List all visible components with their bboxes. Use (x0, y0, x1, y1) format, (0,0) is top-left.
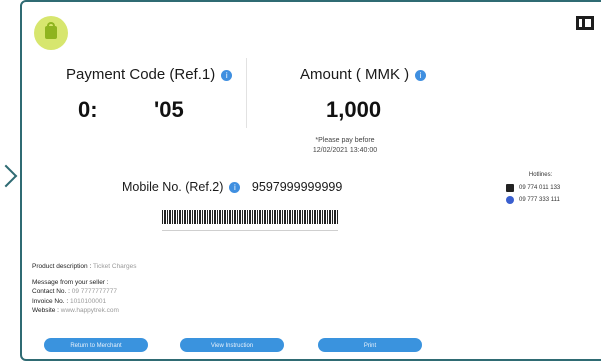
invoice-row: Invoice No. : 1010100001 (32, 297, 136, 307)
website-row: Website : www.happytrek.com (32, 306, 136, 316)
info-icon[interactable]: i (415, 69, 427, 81)
brand-mark-icon (576, 16, 594, 30)
amount-label-text: Amount ( MMK ) (300, 66, 410, 83)
hotline-row: 09 777 333 111 (506, 196, 560, 204)
hotline-number[interactable]: 09 774 011 133 (519, 185, 560, 191)
barcode (162, 210, 338, 224)
hotlines-title: Hotlines: (528, 172, 553, 178)
mobile-value: 9597999999999 (251, 180, 343, 194)
amount-value: 1,000 (326, 97, 382, 122)
invoice-label: Invoice No. : (32, 297, 69, 305)
payment-code-label-text: Payment Code (Ref.1) (66, 66, 216, 83)
barcode-underline (162, 230, 338, 231)
mobile-label: Mobile No. (Ref.2) i 9597999999999 (122, 180, 342, 194)
message-label: Message from your seller : (32, 278, 109, 286)
product-label: Product description : (32, 263, 92, 270)
payment-code-label: Payment Code (Ref.1) i (66, 66, 233, 83)
view-instruction-button[interactable]: View Instruction (180, 338, 284, 352)
hotlines: Hotlines: 09 774 011 133 09 777 333 111 (506, 172, 560, 208)
product-value: Ticket Charges (92, 263, 137, 270)
product-row: Product description : Ticket Charges (32, 262, 136, 272)
viber-icon (506, 196, 514, 204)
return-to-merchant-button[interactable]: Return to Merchant (44, 338, 148, 352)
pay-before-deadline: 12/02/2021 13:40:00 (312, 147, 378, 154)
amount-label: Amount ( MMK ) i (300, 66, 427, 83)
contact-value: 09 7777777777 (71, 288, 117, 296)
payment-details: Product description : Ticket Charges Mes… (32, 262, 136, 316)
print-button[interactable]: Print (318, 338, 422, 352)
brand-logo (572, 16, 594, 32)
payment-code-part1: 0: (78, 97, 98, 122)
merchant-logo (34, 16, 68, 50)
info-icon[interactable]: i (221, 69, 233, 81)
info-icon[interactable]: i (229, 182, 241, 194)
contact-row: Contact No. : 09 7777777777 (32, 287, 136, 297)
invoice-value: 1010100001 (69, 297, 107, 305)
phone-icon (506, 184, 514, 192)
divider (246, 58, 247, 128)
payment-code-part2: '05 (154, 97, 184, 122)
previous-arrow[interactable] (0, 164, 18, 188)
hotline-row: 09 774 011 133 (506, 184, 560, 192)
pay-before-note: *Please pay before 12/02/2021 13:40:00 (290, 136, 400, 156)
website-value[interactable]: www.happytrek.com (61, 307, 119, 314)
hotline-number[interactable]: 09 777 333 111 (519, 197, 560, 203)
mobile-label-text: Mobile No. (Ref.2) (122, 180, 224, 194)
contact-label: Contact No. : (32, 288, 70, 296)
website-label: Website : (32, 307, 59, 315)
pay-before-line1: *Please pay before (315, 137, 375, 144)
